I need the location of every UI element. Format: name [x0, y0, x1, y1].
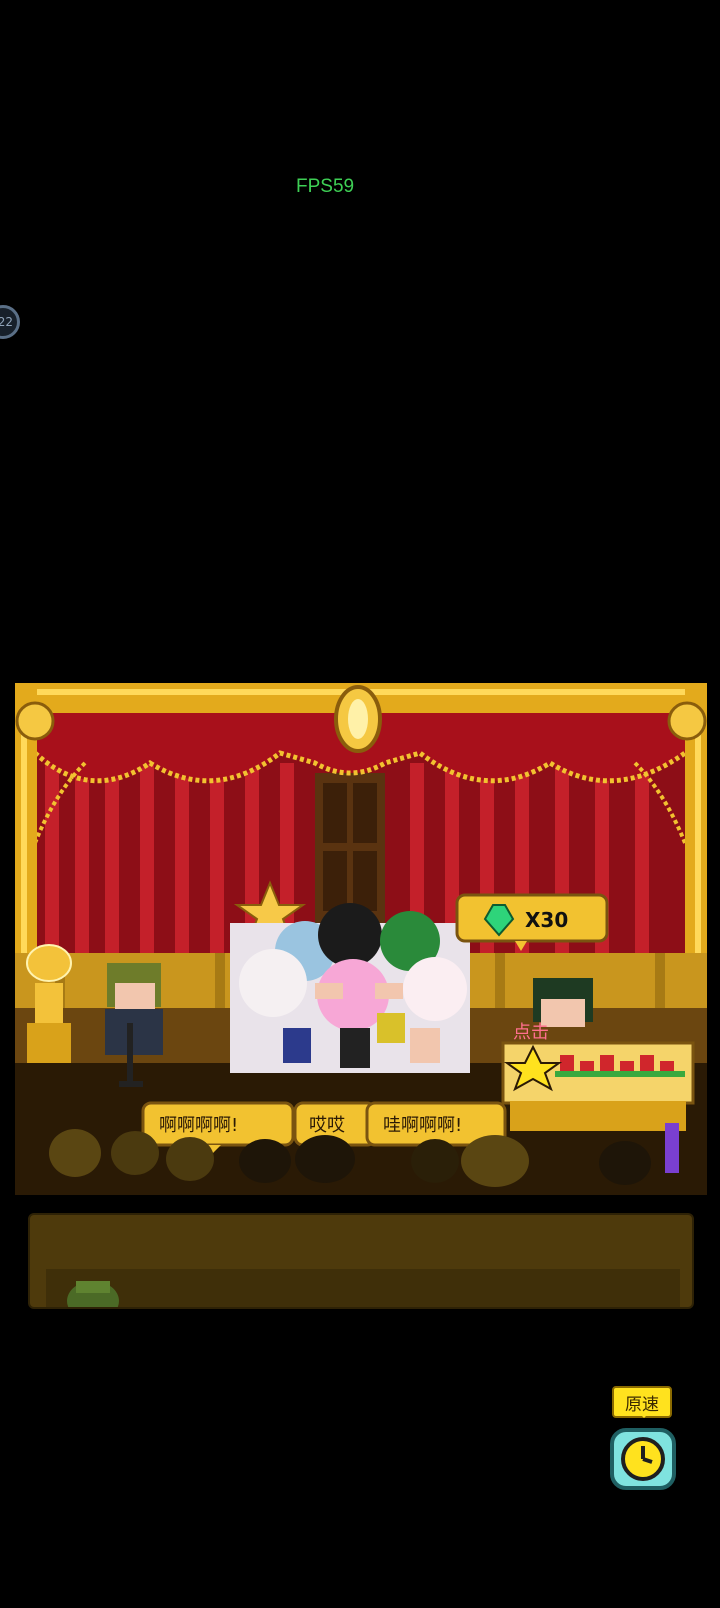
fps-counter: FPS59: [296, 176, 355, 197]
speech-bubble-1-text: 啊啊啊啊!: [159, 1115, 238, 1136]
clock-icon: [610, 1428, 676, 1490]
side-button-text: 22: [0, 315, 13, 329]
game-stage[interactable]: X30 点击 啊啊啊啊! 哎哎 哇啊啊啊!: [15, 683, 707, 1195]
speed-toggle-button[interactable]: [608, 1424, 678, 1494]
speaker-avatar: [67, 1281, 119, 1307]
click-hint-text: 点击: [513, 1022, 549, 1043]
speed-label: 原速: [612, 1386, 672, 1418]
speech-bubble-3-text: 哇啊啊啊!: [383, 1115, 462, 1136]
dialog-inner: [46, 1269, 680, 1307]
gem-reward-text: X30: [525, 908, 568, 932]
speed-label-text: 原速: [625, 1394, 659, 1415]
manager-character: [533, 978, 593, 1027]
dialog-panel[interactable]: [28, 1213, 694, 1309]
gift-table[interactable]: [501, 1041, 695, 1131]
stage-scene: X30 点击 啊啊啊啊! 哎哎 哇啊啊啊!: [15, 683, 707, 1195]
speech-bubble-2-text: 哎哎: [309, 1115, 345, 1136]
floating-side-button[interactable]: 22: [0, 305, 20, 339]
